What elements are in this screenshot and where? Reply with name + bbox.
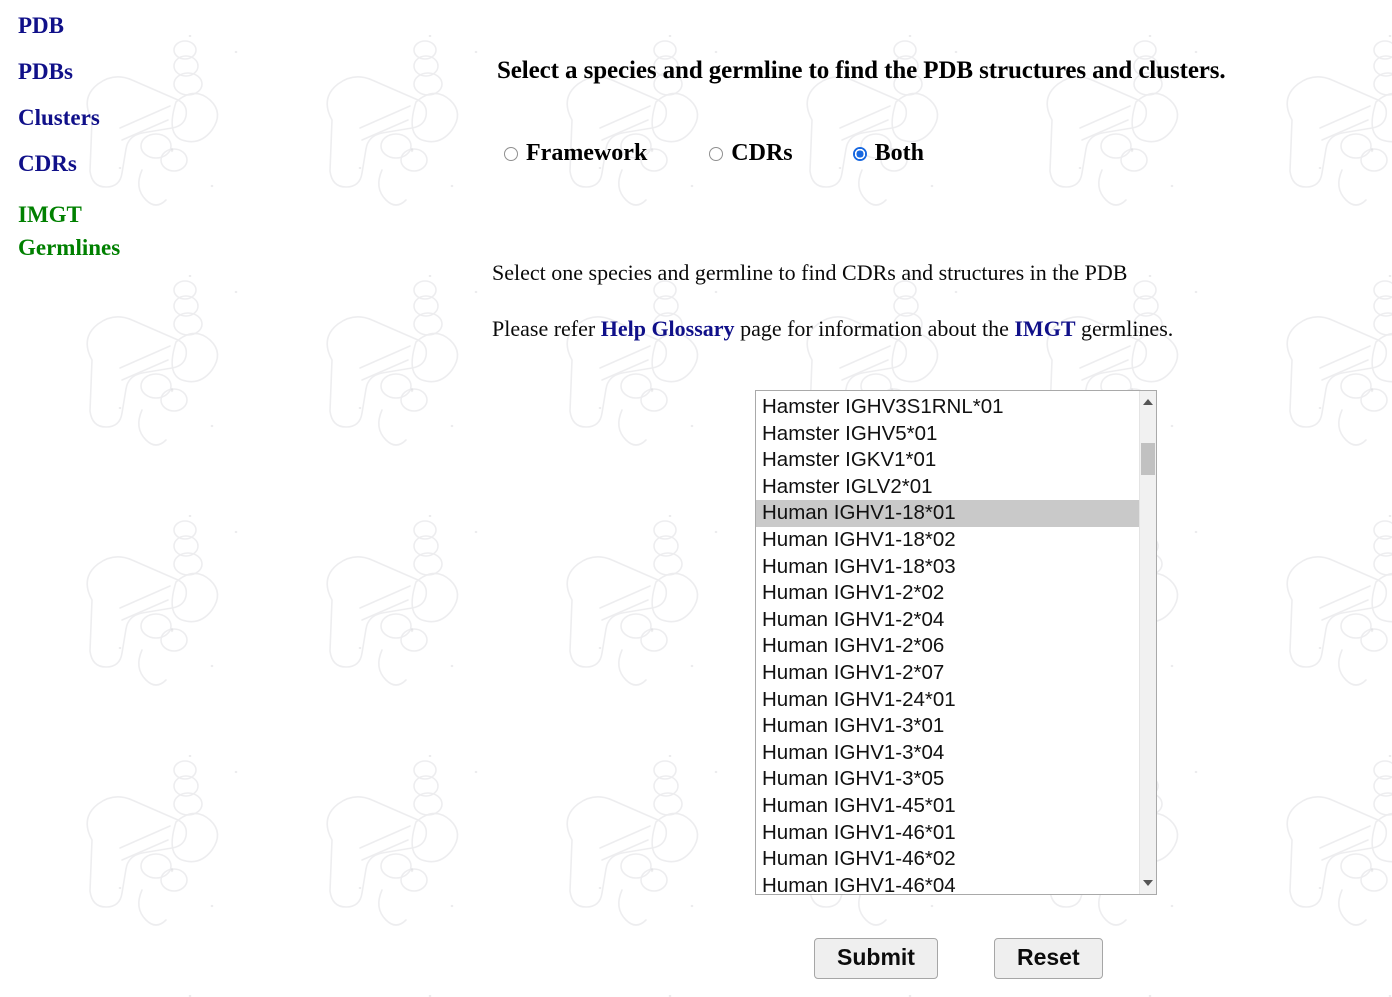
help-glossary-link[interactable]: Help Glossary [601, 316, 735, 341]
germline-option[interactable]: Human IGHV1-2*07 [756, 660, 1139, 687]
glossary-middle: page for information about the [734, 316, 1015, 341]
sidebar-item-clusters[interactable]: Clusters [0, 106, 300, 129]
mode-radio-group: Framework CDRs Both [492, 140, 924, 167]
glossary-suffix: germlines. [1075, 316, 1174, 341]
germline-option[interactable]: Human IGHV1-46*02 [756, 846, 1139, 873]
germline-option[interactable]: Human IGHV1-3*01 [756, 713, 1139, 740]
germline-option[interactable]: Human IGHV1-18*03 [756, 554, 1139, 581]
form-button-row: Submit Reset [814, 938, 1103, 979]
radio-dot-framework[interactable] [504, 146, 518, 161]
germline-option[interactable]: Human IGHV1-2*04 [756, 607, 1139, 634]
radio-option-both[interactable]: Both [852, 140, 924, 167]
germline-option[interactable]: Human IGHV1-18*01 [756, 500, 1139, 527]
germline-option[interactable]: Human IGHV1-46*04 [756, 873, 1139, 894]
germline-listbox[interactable]: Hamster IGHV3S1RNL*01 Hamster IGHV5*01 Ham… [755, 390, 1157, 895]
submit-button[interactable]: Submit [814, 938, 938, 979]
scroll-down-arrow-icon[interactable] [1143, 880, 1153, 886]
germline-option[interactable]: Hamster IGHV5*01 [756, 421, 1139, 448]
radio-option-framework[interactable]: Framework [504, 140, 647, 167]
germline-option[interactable]: Human IGHV1-24*01 [756, 687, 1139, 714]
radio-label-both: Both [874, 140, 924, 166]
radio-option-cdrs[interactable]: CDRs [709, 140, 793, 167]
germline-option-list[interactable]: Hamster IGHV3S1RNL*01 Hamster IGHV5*01 Ham… [756, 391, 1139, 894]
germline-option[interactable]: Human IGHV1-45*01 [756, 793, 1139, 820]
germline-option[interactable]: Human IGHV1-2*06 [756, 633, 1139, 660]
germline-option[interactable]: Hamster IGLV2*01 [756, 474, 1139, 501]
germline-option[interactable]: Hamster IGHV3S1RNL*01 [756, 394, 1139, 421]
sidebar-item-pdb[interactable]: PDB [0, 14, 300, 37]
germline-option[interactable]: Hamster IGKV1*01 [756, 447, 1139, 474]
imgt-link[interactable]: IMGT [1014, 316, 1075, 341]
reset-button[interactable]: Reset [993, 938, 1103, 979]
main-content: Select a species and germline to find th… [492, 0, 1392, 997]
scrollbar-thumb[interactable] [1141, 443, 1155, 475]
sidebar-item-cdrs[interactable]: CDRs [0, 152, 300, 175]
germline-option[interactable]: Human IGHV1-2*02 [756, 580, 1139, 607]
radio-dot-both[interactable] [852, 146, 867, 161]
radio-label-cdrs: CDRs [731, 140, 793, 166]
germline-option[interactable]: Human IGHV1-3*04 [756, 740, 1139, 767]
germline-option[interactable]: Human IGHV1-3*05 [756, 766, 1139, 793]
instruction-text: Select one species and germline to find … [492, 260, 1128, 285]
sidebar-item-pdbs[interactable]: PDBs [0, 60, 300, 83]
scroll-up-arrow-icon[interactable] [1143, 399, 1153, 405]
glossary-prefix: Please refer [492, 316, 601, 341]
radio-dot-cdrs[interactable] [709, 146, 724, 161]
glossary-note: Please refer Help Glossary page for info… [492, 316, 1173, 342]
sidebar-item-imgt-germlines[interactable]: IMGT Germlines [0, 198, 300, 264]
germline-option[interactable]: Human IGHV1-18*02 [756, 527, 1139, 554]
listbox-scrollbar[interactable] [1139, 391, 1156, 894]
radio-label-framework: Framework [526, 140, 648, 166]
page-title: Select a species and germline to find th… [497, 56, 1226, 84]
germline-option[interactable]: Human IGHV1-46*01 [756, 820, 1139, 847]
sidebar-nav: PDB PDBs Clusters CDRs IMGT Germlines [0, 0, 300, 264]
page-root: PDB PDBs Clusters CDRs IMGT Germlines Se… [0, 0, 1392, 997]
